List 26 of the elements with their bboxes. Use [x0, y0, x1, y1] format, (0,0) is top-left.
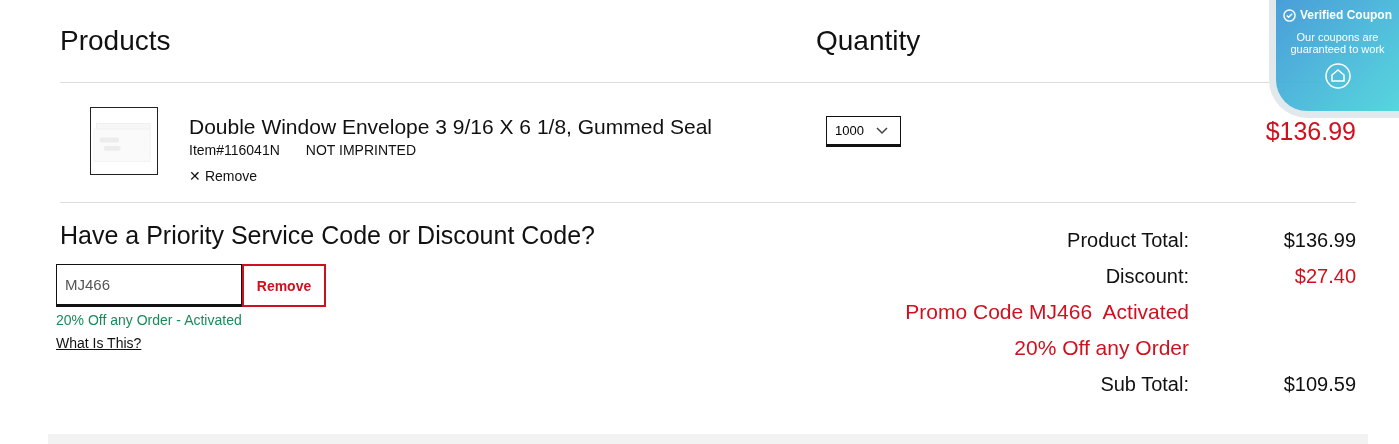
total-value: $27.40: [1293, 264, 1356, 288]
check-icon: [1283, 8, 1296, 22]
price: $136.99: [1265, 117, 1356, 146]
coupon-status: 20% Off any Order - Activated: [56, 312, 243, 328]
product-name: Double Window Envelope 3 9/16 X 6 1/8, Gummed Seal: [189, 115, 713, 139]
badge-text: Our coupons are guaranteed to work: [1289, 31, 1386, 55]
remove-link[interactable]: ✕ Remove: [189, 168, 826, 184]
item-number: Item#116041N: [189, 142, 280, 158]
column-header: Products: [60, 25, 172, 57]
column-header: Quantity: [816, 25, 921, 57]
imprint-status: NOT IMPRINTED: [305, 142, 416, 158]
house-icon: [1324, 63, 1351, 89]
total-label: Sub Total:: [1099, 372, 1189, 396]
remove-button[interactable]: Remove: [242, 264, 326, 307]
badge-title: Verified Coupon: [1300, 8, 1392, 22]
total-value: $136.99: [1282, 228, 1356, 252]
code-field[interactable]: MJ466: [56, 264, 242, 307]
total-label: Discount:: [1104, 264, 1189, 288]
total-label: Product Total:: [1066, 228, 1189, 252]
total-value: $109.59: [1282, 372, 1356, 396]
total-label: 20% Off any Order: [1013, 336, 1189, 360]
chevron-down-icon: [875, 126, 888, 135]
discount-heading: Have a Priority Service Code or Discount Code?: [60, 221, 596, 250]
help-link[interactable]: What Is This?: [56, 335, 656, 351]
total-label: Promo Code MJ466 Activated: [904, 300, 1189, 324]
quantity-dropdown[interactable]: 1000: [826, 116, 901, 147]
